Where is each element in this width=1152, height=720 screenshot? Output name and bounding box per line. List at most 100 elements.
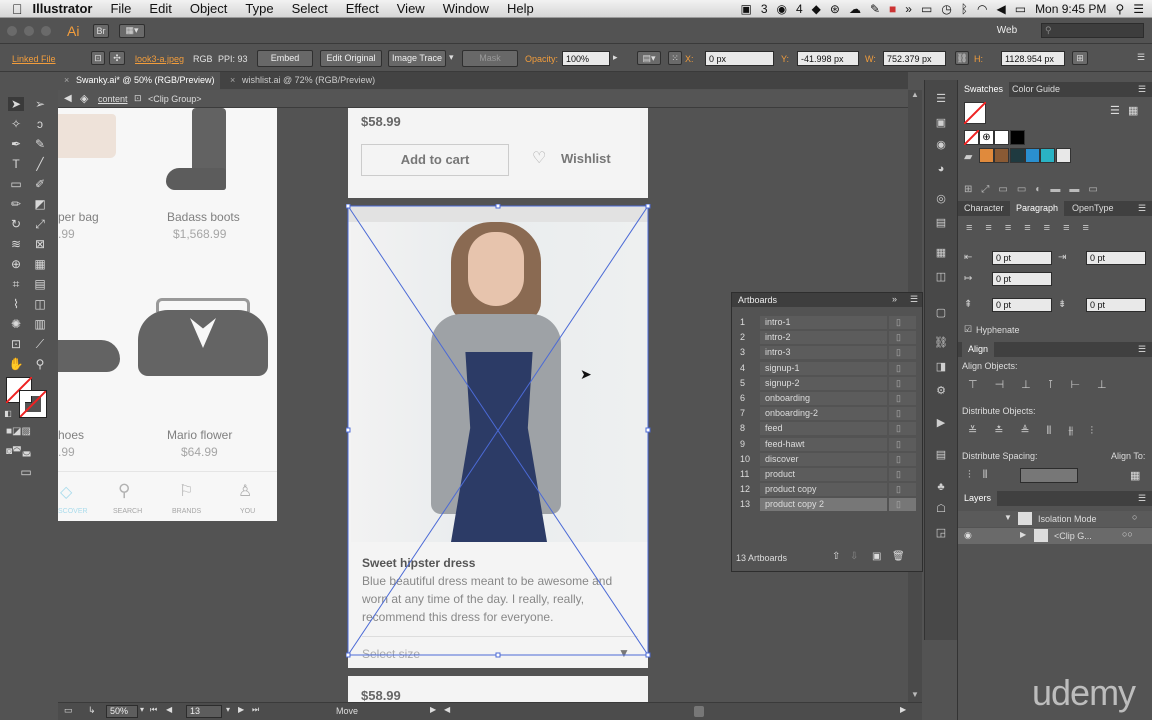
artboard-name[interactable]: signup-2 xyxy=(765,376,800,390)
screen-mode-button[interactable]: ▭ xyxy=(16,465,36,479)
next-artboard-icon[interactable]: ▶ xyxy=(238,705,244,714)
gradient-panel-icon[interactable]: ▦ xyxy=(933,246,949,260)
artboard-row[interactable]: 6 onboarding ▯ xyxy=(738,391,916,405)
lifebuoy-icon[interactable]: ⊛ xyxy=(830,2,840,16)
artboard-row[interactable]: 10 discover ▯ xyxy=(738,452,916,466)
target-icon[interactable]: ○ xyxy=(1132,512,1137,522)
move-down-icon[interactable]: ⇩ xyxy=(850,551,858,562)
first-artboard-icon[interactable]: ⏮ xyxy=(150,705,157,715)
menu-select[interactable]: Select xyxy=(283,1,337,16)
eye-icon[interactable]: ◉ xyxy=(964,530,972,541)
swatch-brown[interactable] xyxy=(994,148,1009,163)
artboard-row[interactable]: 7 onboarding-2 ▯ xyxy=(738,406,916,421)
symbol-sprayer-tool[interactable]: ✺ xyxy=(8,317,24,331)
swatch-darkteal[interactable] xyxy=(1010,148,1025,163)
artboard-number-dropdown-icon[interactable]: ▾ xyxy=(226,705,230,714)
artboard-name[interactable]: onboarding-2 xyxy=(765,406,818,420)
stroke-icon[interactable]: ▤ xyxy=(933,216,949,230)
zoom-field[interactable] xyxy=(106,705,138,718)
move-up-icon[interactable]: ⇧ xyxy=(832,551,840,562)
artboard-row[interactable]: 5 signup-2 ▯ xyxy=(738,376,916,390)
space-after-field[interactable] xyxy=(1086,298,1146,312)
artboard-name[interactable]: intro-2 xyxy=(765,330,791,344)
scale-tool[interactable]: ⤢ xyxy=(32,217,48,231)
artboard-number-field[interactable] xyxy=(186,705,222,718)
breadcrumb-layer[interactable]: content xyxy=(98,94,128,104)
swatch-white[interactable] xyxy=(994,130,1009,145)
hscroll-thumb[interactable] xyxy=(694,706,704,717)
menu-edit[interactable]: Edit xyxy=(140,1,180,16)
brushes-icon[interactable]: ◕ xyxy=(933,162,949,176)
tab-character[interactable]: Character xyxy=(958,201,1010,216)
artboard-nav-icon-2[interactable]: ↳ xyxy=(88,705,96,716)
back-arrow-icon[interactable]: ◀ xyxy=(64,93,72,104)
line-tool[interactable]: ╱ xyxy=(32,157,48,171)
selection-tool[interactable]: ➤ xyxy=(8,97,24,111)
type-tool[interactable]: T xyxy=(8,157,24,171)
align-to-selection-icon[interactable]: ▦ xyxy=(1130,469,1140,482)
lasso-tool[interactable]: ↄ xyxy=(32,117,48,131)
artboard-options-icon[interactable]: ▯ xyxy=(896,330,901,344)
artboard-name[interactable]: signup-1 xyxy=(765,361,800,375)
slice-tool[interactable]: ⟋ xyxy=(32,337,48,351)
artboards-title[interactable]: Artboards xyxy=(738,295,777,305)
transparency-icon[interactable]: ◫ xyxy=(933,270,949,284)
ai-status-icon[interactable]: ▣ xyxy=(740,2,751,16)
linked-filename-link[interactable]: look3-a.jpeg xyxy=(135,54,184,64)
menu-type[interactable]: Type xyxy=(236,1,282,16)
menu-file[interactable]: File xyxy=(101,1,140,16)
swatch-blue[interactable] xyxy=(1025,148,1040,163)
folder-icon[interactable]: ▰ xyxy=(964,150,972,163)
edit-original-button[interactable]: Edit Original xyxy=(320,50,382,67)
artboard-tool[interactable]: ⊡ xyxy=(8,337,24,351)
delete-artboard-icon[interactable]: 🗑 xyxy=(892,551,905,562)
artboard-product-list[interactable]: per bag .99 Badass boots $1,568.99 hoes … xyxy=(58,108,277,521)
opacity-field[interactable] xyxy=(562,51,610,66)
artboard-row[interactable]: 12 product copy ▯ xyxy=(738,482,916,497)
hand-tool[interactable]: ✋ xyxy=(8,357,24,371)
paragraph-alignment-buttons[interactable]: ≡≡≡≡≡≡≡ xyxy=(966,222,1152,234)
clubs-icon[interactable]: ♣ xyxy=(933,480,949,494)
column-graph-tool[interactable]: ▥ xyxy=(32,317,48,331)
color-mode-buttons[interactable]: ■◪▨ xyxy=(6,425,50,439)
control-menu-icon[interactable]: ☰ xyxy=(1137,52,1145,63)
opacity-arrow-icon[interactable]: ▸ xyxy=(613,52,618,63)
y-label[interactable]: Y: xyxy=(781,54,789,64)
artboard-options-icon[interactable]: ▯ xyxy=(896,406,901,420)
artboard-options-icon[interactable]: ▯ xyxy=(896,421,901,435)
space-before-field[interactable] xyxy=(992,298,1052,312)
appearance-icon[interactable]: ▢ xyxy=(933,306,949,320)
y-field[interactable] xyxy=(797,51,859,66)
prev-artboard-icon[interactable]: ◀ xyxy=(166,705,172,714)
artboard-options-icon[interactable]: ▯ xyxy=(896,467,901,481)
breadcrumb-group[interactable]: <Clip Group> xyxy=(148,94,202,104)
artboard-name[interactable]: feed xyxy=(765,421,783,435)
magic-wand-tool[interactable]: ✧ xyxy=(8,117,24,131)
default-colors-icon[interactable]: ◧ xyxy=(4,407,12,421)
tab-paragraph[interactable]: Paragraph xyxy=(1010,201,1065,216)
artboard-options-icon[interactable]: ▯ xyxy=(896,437,901,451)
artboard-product-top[interactable]: $58.99 Add to cart ♡ Wishlist xyxy=(348,108,648,198)
artboard-row[interactable]: 3 intro-3 ▯ xyxy=(738,345,916,360)
menu-object[interactable]: Object xyxy=(181,1,237,16)
right-indent-field[interactable] xyxy=(1086,251,1146,265)
distribute-objects-buttons[interactable]: ≚≛≜⫴⫵⫶ xyxy=(968,424,1110,438)
evernote-icon[interactable]: ✎ xyxy=(870,2,880,16)
menu-window[interactable]: Window xyxy=(434,1,498,16)
zoom-window-button[interactable] xyxy=(41,25,51,36)
draw-mode-buttons[interactable]: ◙◚◛ xyxy=(6,445,50,459)
artboard-options-icon[interactable]: ▯ xyxy=(896,345,901,359)
close-window-button[interactable] xyxy=(7,25,17,36)
artboard-row[interactable]: 9 feed-hawt ▯ xyxy=(738,437,916,451)
minimize-window-button[interactable] xyxy=(24,25,34,36)
direct-selection-tool[interactable]: ➢ xyxy=(32,97,48,111)
actions-icon[interactable]: ▶ xyxy=(933,416,949,430)
puppet-icon[interactable]: ☖ xyxy=(933,502,949,516)
tab-close-icon[interactable]: × xyxy=(64,72,69,89)
image-trace-button[interactable]: Image Trace xyxy=(388,50,446,67)
reference-point-icon[interactable]: ⁙ xyxy=(668,51,682,65)
artboard-options-icon[interactable]: ▯ xyxy=(896,376,901,390)
ball-icon[interactable]: ◉ xyxy=(777,2,787,16)
arrange-documents-button[interactable]: ▦▾ xyxy=(119,23,145,38)
clock-text[interactable]: Mon 9:45 PM xyxy=(1035,2,1106,16)
